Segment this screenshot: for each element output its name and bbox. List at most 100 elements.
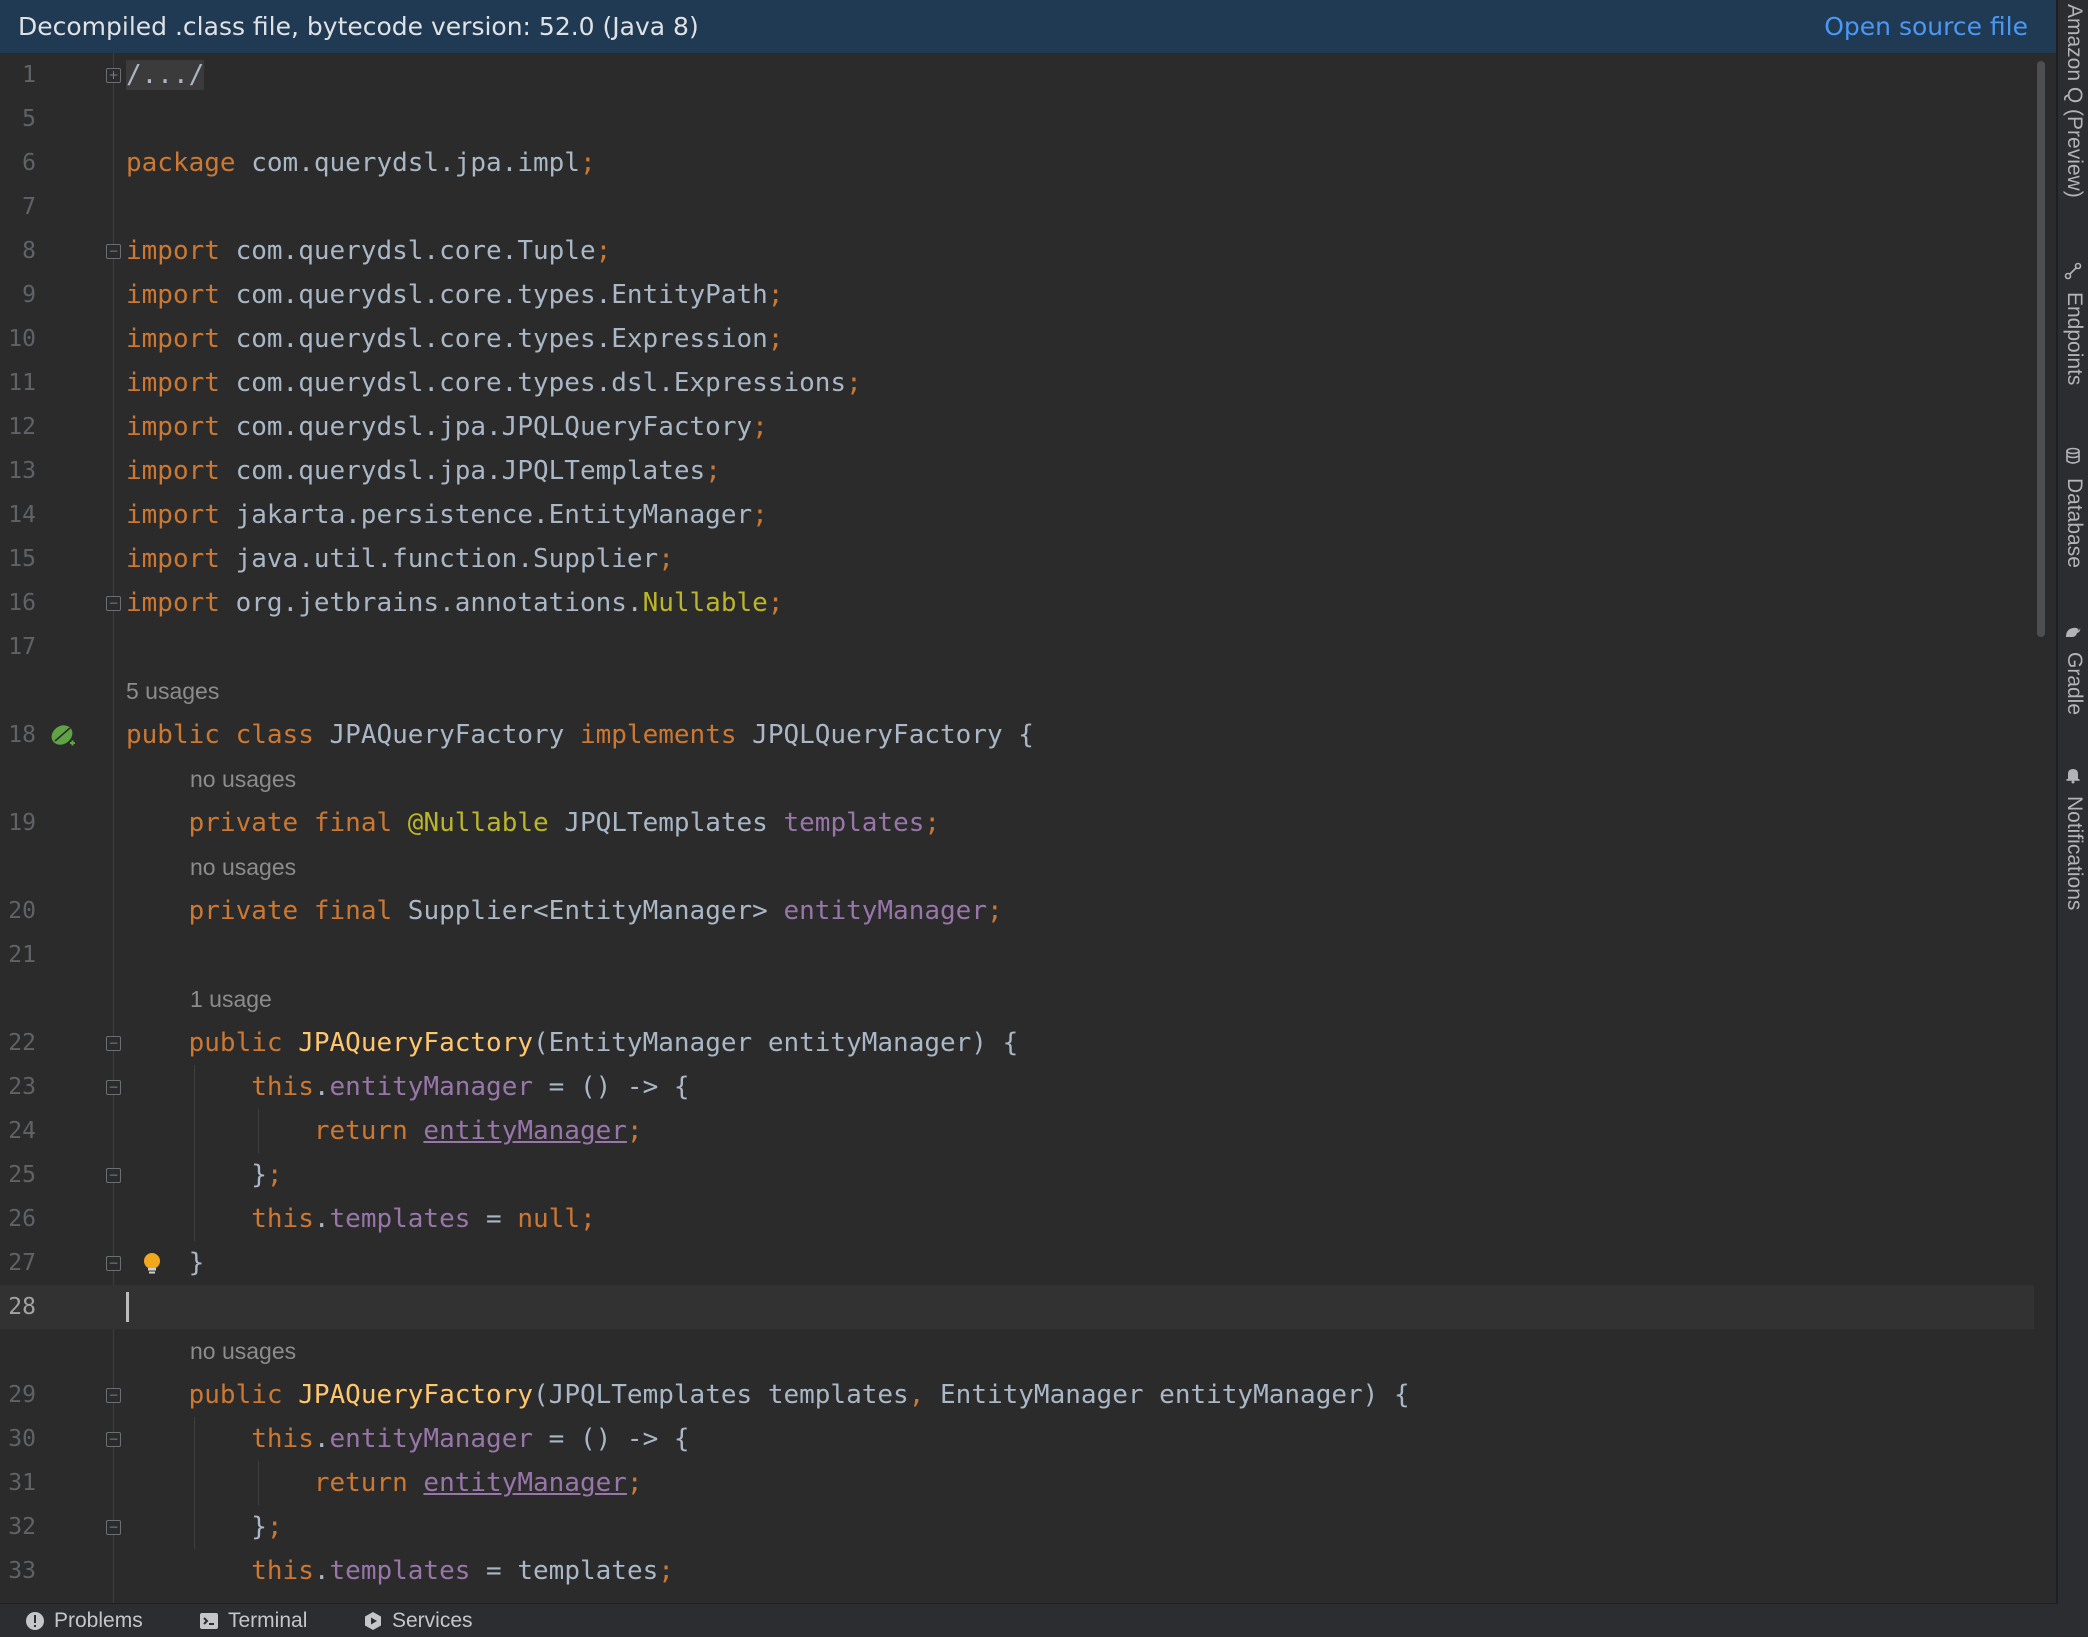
fold-marker-icon[interactable]: − [106, 1520, 121, 1535]
code-text: }; [126, 1512, 283, 1542]
fold-marker-icon[interactable]: − [106, 1080, 121, 1095]
code-text: } [126, 1248, 205, 1278]
code-line[interactable]: 12 import com.querydsl.jpa.JPQLQueryFacto… [0, 405, 2034, 449]
code-line[interactable]: 13 import com.querydsl.jpa.JPQLTemplates; [0, 449, 2034, 493]
tool-window-amazon-q[interactable]: Amazon Q (Preview) [2062, 4, 2086, 198]
fold-marker-icon[interactable]: − [106, 1036, 121, 1051]
code-line[interactable]: 27 − } [0, 1241, 2034, 1285]
code-line[interactable]: 16 − import org.jetbrains.annotations.Null… [0, 581, 2034, 625]
scrollbar-thumb[interactable] [2037, 61, 2045, 637]
code-text: return entityManager; [313, 1468, 643, 1498]
code-text: return entityManager; [313, 1116, 643, 1146]
line-number: 33 [8, 1558, 36, 1584]
code-text: import com.querydsl.core.types.Expressio… [126, 324, 784, 354]
code-text: this.templates = null; [251, 1204, 596, 1234]
line-number: 1 [22, 62, 36, 88]
code-line[interactable]: 33 this.templates = templates; [0, 1549, 2034, 1593]
code-line[interactable]: 22 − public JPAQueryFactory(EntityManager… [0, 1021, 2034, 1065]
code-text: import com.querydsl.core.Tuple; [126, 236, 612, 266]
usage-hint[interactable]: 5 usages [126, 669, 219, 713]
code-line[interactable]: 32 − }; [0, 1505, 2034, 1549]
code-line[interactable]: 21 [0, 933, 2034, 977]
database-icon [2066, 447, 2080, 464]
code-line[interactable]: 31 return entityManager; [0, 1461, 2034, 1505]
code-line[interactable]: 24 return entityManager; [0, 1109, 2034, 1153]
problems-label: Problems [54, 1609, 143, 1632]
terminal-icon [200, 1612, 218, 1629]
tool-window-gradle[interactable]: Gradle [2062, 652, 2086, 715]
code-line[interactable]: 29 − public JPAQueryFactory(JPQLTemplates… [0, 1373, 2034, 1417]
code-text: import org.jetbrains.annotations.Nullabl… [126, 588, 784, 618]
code-line[interactable]: 23 − this.entityManager = () -> { [0, 1065, 2034, 1109]
code-text: public JPAQueryFactory(JPQLTemplates tem… [188, 1380, 1410, 1410]
code-line[interactable]: 25 − }; [0, 1153, 2034, 1197]
code-text: public JPAQueryFactory(EntityManager ent… [188, 1028, 1019, 1058]
usage-hint[interactable]: no usages [190, 1329, 296, 1373]
problems-tab[interactable]: Problems [24, 1604, 143, 1637]
tool-window-notifications[interactable]: Notifications [2062, 796, 2086, 910]
line-number: 16 [8, 590, 36, 616]
code-line[interactable]: 20 private final Supplier<EntityManager>… [0, 889, 2034, 933]
code-line[interactable]: 17 [0, 625, 2034, 669]
line-number: 12 [8, 414, 36, 440]
fold-marker-icon[interactable]: − [106, 1256, 121, 1271]
fold-marker-icon[interactable]: − [106, 244, 121, 259]
line-number: 18 [8, 722, 36, 748]
code-line[interactable]: 7 [0, 185, 2034, 229]
fold-marker-icon[interactable]: − [106, 1432, 121, 1447]
usage-hint-row: no usages [0, 757, 2034, 801]
line-number: 17 [8, 634, 36, 660]
code-line[interactable]: 10 import com.querydsl.core.types.Express… [0, 317, 2034, 361]
line-number: 13 [8, 458, 36, 484]
fold-marker-icon[interactable]: − [106, 596, 121, 611]
banner-message: Decompiled .class file, bytecode version… [18, 12, 699, 41]
code-line[interactable]: 1 + /.../ [0, 53, 2034, 97]
line-number: 26 [8, 1206, 36, 1232]
editor-scrollbar[interactable] [2034, 53, 2048, 1603]
code-editor[interactable]: 1 + /.../ 5 6 package com.querydsl.jpa.impl; 7… [0, 53, 2034, 1603]
line-number: 9 [22, 282, 36, 308]
usage-hint[interactable]: no usages [190, 845, 296, 889]
line-number: 31 [8, 1470, 36, 1496]
code-line[interactable]: 19 private final @Nullable JPQLTemplates… [0, 801, 2034, 845]
code-line[interactable]: 15 import java.util.function.Supplier; [0, 537, 2034, 581]
line-number: 25 [8, 1162, 36, 1188]
code-line[interactable]: 26 this.templates = null; [0, 1197, 2034, 1241]
notifications-icon [2066, 769, 2080, 784]
expand-fold-icon[interactable]: + [106, 68, 121, 83]
code-line[interactable]: 14 import jakarta.persistence.EntityManag… [0, 493, 2034, 537]
line-number: 30 [8, 1426, 36, 1452]
code-line[interactable]: 28 [0, 1285, 2034, 1329]
services-label: Services [392, 1609, 473, 1632]
code-line[interactable]: 5 [0, 97, 2034, 141]
fold-marker-icon[interactable]: − [106, 1388, 121, 1403]
spring-bean-gutter-icon[interactable] [48, 721, 78, 751]
code-text: /.../ [126, 60, 205, 90]
code-line[interactable]: 18 public class JPAQueryFactory implement… [0, 713, 2034, 757]
services-icon [365, 1611, 381, 1630]
code-line[interactable]: 9 import com.querydsl.core.types.EntityPa… [0, 273, 2034, 317]
terminal-tab[interactable]: Terminal [198, 1604, 307, 1637]
services-tab[interactable]: Services [362, 1604, 473, 1637]
tool-window-database[interactable]: Database [2062, 478, 2086, 568]
line-number: 6 [22, 150, 36, 176]
code-text: package com.querydsl.jpa.impl; [126, 148, 596, 178]
code-line[interactable]: 11 import com.querydsl.core.types.dsl.Exp… [0, 361, 2034, 405]
intention-bulb-icon[interactable] [140, 1251, 164, 1275]
line-number: 23 [8, 1074, 36, 1100]
usage-hint-row: 5 usages [0, 669, 2034, 713]
usage-hint[interactable]: 1 usage [190, 977, 272, 1021]
code-line[interactable]: 6 package com.querydsl.jpa.impl; [0, 141, 2034, 185]
usage-hint[interactable]: no usages [190, 757, 296, 801]
code-line[interactable]: 30 − this.entityManager = () -> { [0, 1417, 2034, 1461]
endpoints-icon [2064, 262, 2082, 280]
code-text: }; [126, 1160, 283, 1190]
tool-window-endpoints[interactable]: Endpoints [2062, 292, 2086, 385]
line-number: 8 [22, 238, 36, 264]
open-source-file-link[interactable]: Open source file [1824, 0, 2028, 53]
fold-marker-icon[interactable]: − [106, 1168, 121, 1183]
code-line[interactable]: 8 − import com.querydsl.core.Tuple; [0, 229, 2034, 273]
terminal-label: Terminal [228, 1609, 308, 1632]
indent-guide [194, 1417, 195, 1549]
code-text: import com.querydsl.jpa.JPQLQueryFactory… [126, 412, 768, 442]
